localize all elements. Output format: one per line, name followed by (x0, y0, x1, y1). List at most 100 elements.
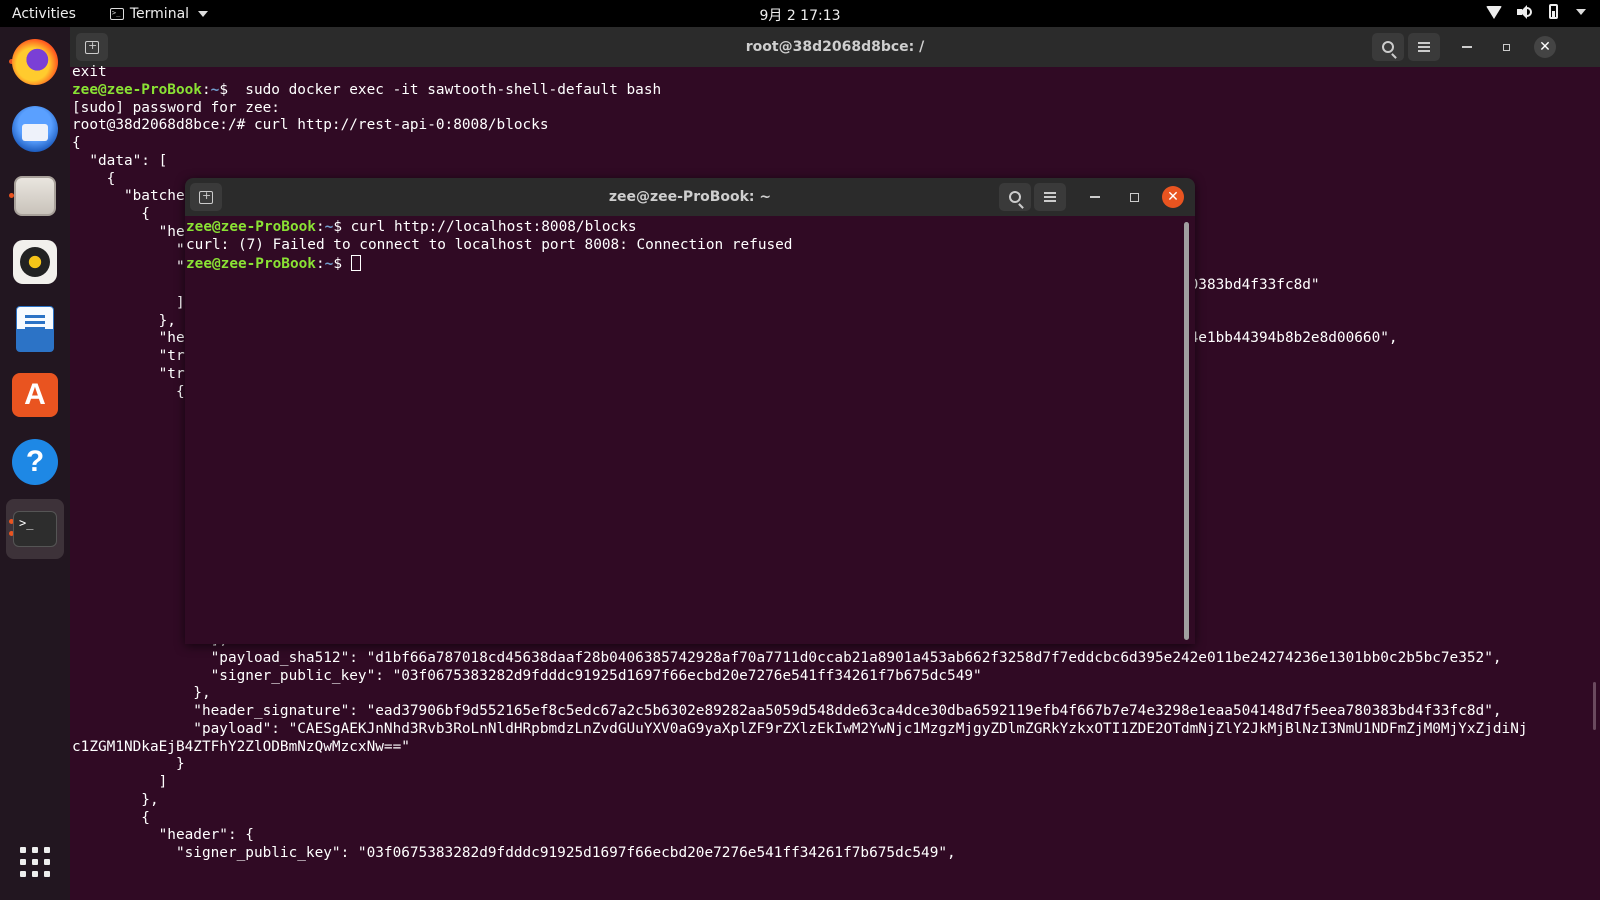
dock-libreoffice-writer[interactable] (6, 299, 64, 359)
title-bar[interactable]: root@38d2068d8bce: / ✕ (70, 27, 1600, 67)
prompt-user: zee@zee-ProBook (72, 81, 202, 98)
window-title: zee@zee-ProBook: ~ (608, 189, 772, 205)
terminal-output[interactable]: zee@zee-ProBook:~$ curl http://localhost… (186, 219, 792, 272)
terminal-line: c1ZGM1NDkaEjB4ZTFhY2ZlODBmNzQwMzcxNw==" (72, 739, 1528, 757)
rhythmbox-icon (13, 240, 57, 284)
close-button[interactable]: ✕ (1534, 36, 1556, 58)
dock-help[interactable]: ? (6, 432, 64, 492)
terminal-text: "signer_public_key": "03f0675383282d9fdd… (72, 845, 956, 861)
menu-button[interactable] (1408, 33, 1440, 61)
system-tray[interactable] (1486, 4, 1586, 20)
maximize-button[interactable] (1495, 36, 1517, 58)
terminal-text: { (72, 170, 116, 187)
help-icon: ? (12, 439, 58, 485)
battery-icon (1546, 4, 1562, 20)
terminal-text: $ sudo docker exec -it sawtooth-shell-de… (219, 81, 662, 98)
terminal-text: curl: (7) Failed to connect to localhost… (186, 236, 793, 253)
app-menu-label: Terminal (129, 5, 190, 22)
terminal-line: curl: (7) Failed to connect to localhost… (186, 237, 792, 255)
wifi-icon (1486, 4, 1502, 20)
chevron-down-icon (198, 10, 209, 17)
title-bar[interactable]: zee@zee-ProBook: ~ ✕ (185, 178, 1195, 216)
terminal-text: }, (72, 312, 176, 329)
minimize-icon (1090, 196, 1100, 198)
dock: A ? >_ (0, 27, 70, 900)
scrollbar[interactable] (1184, 222, 1189, 640)
app-menu[interactable]: >_ Terminal (109, 5, 209, 22)
clock[interactable]: 9月 2 17:13 (759, 8, 840, 24)
terminal-text: { (72, 383, 185, 400)
terminal-line: zee@zee-ProBook:~$ (186, 254, 792, 273)
new-tab-button[interactable] (76, 33, 108, 61)
terminal-text: "header_signature": "ead37906bf9d552165e… (72, 703, 1502, 719)
dock-rhythmbox[interactable] (6, 232, 64, 292)
terminal-text: ] (72, 774, 168, 790)
terminal-text: : (201, 81, 211, 98)
window-title: root@38d2068d8bce: / (745, 39, 925, 55)
thunderbird-icon (12, 106, 58, 152)
terminal-text: root@38d2068d8bce:/# curl http://rest-ap… (72, 117, 549, 134)
hamburger-menu-icon (1418, 46, 1430, 48)
terminal-line: "header_signature": "ead37906bf9d552165e… (72, 703, 1528, 721)
maximize-button[interactable] (1123, 186, 1145, 208)
prompt-path: ~ (324, 255, 334, 272)
activities-button[interactable]: Activities (12, 6, 76, 22)
terminal-text: "signer_public_key": "03f0675383282d9fdd… (72, 667, 982, 684)
new-tab-icon (199, 189, 213, 204)
terminal-line: [sudo] password for zee: (72, 100, 1528, 118)
terminal-line: }, (72, 685, 1528, 703)
terminal-text: c1ZGM1NDkaEjB4ZTFhY2ZlODBmNzQwMzcxNw==" (72, 738, 410, 755)
terminal-line: "header": { (72, 827, 1528, 845)
dock-terminal[interactable]: >_ (6, 499, 64, 559)
scrollbar[interactable] (1593, 682, 1596, 730)
new-tab-button[interactable] (190, 183, 222, 211)
search-button[interactable] (999, 183, 1031, 211)
firefox-icon (12, 39, 58, 85)
ubuntu-software-icon: A (12, 373, 58, 417)
terminal-icon: >_ (13, 511, 57, 547)
terminal-window-user[interactable]: zee@zee-ProBook: ~ ✕ zee@zee-ProBook:~$ … (185, 178, 1195, 644)
prompt-path: ~ (210, 81, 220, 98)
hamburger-menu-icon (1044, 196, 1056, 198)
new-tab-icon (85, 39, 99, 54)
minimize-button[interactable] (1456, 36, 1478, 58)
terminal-icon: >_ (109, 7, 124, 20)
search-button[interactable] (1372, 33, 1404, 61)
terminal-text: ] (72, 294, 185, 311)
top-bar: Activities >_ Terminal 9月 2 17:13 (0, 0, 1600, 27)
terminal-line: "payload": "CAESgAEKJnNhd3Rvb3RoLnNldHRp… (72, 721, 1527, 739)
terminal-text: : (315, 255, 325, 272)
maximize-icon (1129, 192, 1139, 202)
restore-icon (1502, 43, 1510, 51)
terminal-line: } (72, 756, 1528, 774)
dock-files[interactable] (6, 166, 64, 226)
terminal-line: "data": [ (72, 153, 1528, 171)
prompt-user: zee@zee-ProBook (186, 219, 316, 235)
terminal-text: "payload_sha512": "d1bf66a787018cd45638d… (72, 649, 1502, 666)
minimize-icon (1462, 46, 1472, 48)
terminal-text: $ curl http://localhost:8008/blocks (333, 219, 637, 235)
dock-firefox[interactable] (6, 32, 64, 92)
chevron-down-icon (1576, 9, 1586, 15)
libreoffice-writer-icon (16, 306, 54, 352)
close-icon: ✕ (1167, 189, 1179, 205)
terminal-text: $ (333, 255, 351, 272)
terminal-text: { (72, 809, 150, 826)
prompt-user: zee@zee-ProBook (186, 255, 316, 272)
terminal-line: { (72, 135, 1528, 153)
minimize-button[interactable] (1084, 186, 1106, 208)
search-icon (1382, 41, 1394, 53)
close-button[interactable]: ✕ (1162, 186, 1184, 208)
prompt-path: ~ (324, 219, 334, 235)
volume-icon (1516, 4, 1532, 20)
show-applications-button[interactable] (20, 847, 50, 877)
terminal-text: } (72, 756, 185, 773)
terminal-line: root@38d2068d8bce:/# curl http://rest-ap… (72, 117, 1528, 135)
dock-thunderbird[interactable] (6, 99, 64, 159)
menu-button[interactable] (1034, 183, 1066, 211)
dock-ubuntu-software[interactable]: A (6, 365, 64, 425)
terminal-text: { (72, 206, 150, 222)
text-cursor (350, 254, 361, 271)
search-icon (1009, 191, 1021, 203)
terminal-line: "signer_public_key": "03f0675383282d9fdd… (72, 845, 1528, 863)
